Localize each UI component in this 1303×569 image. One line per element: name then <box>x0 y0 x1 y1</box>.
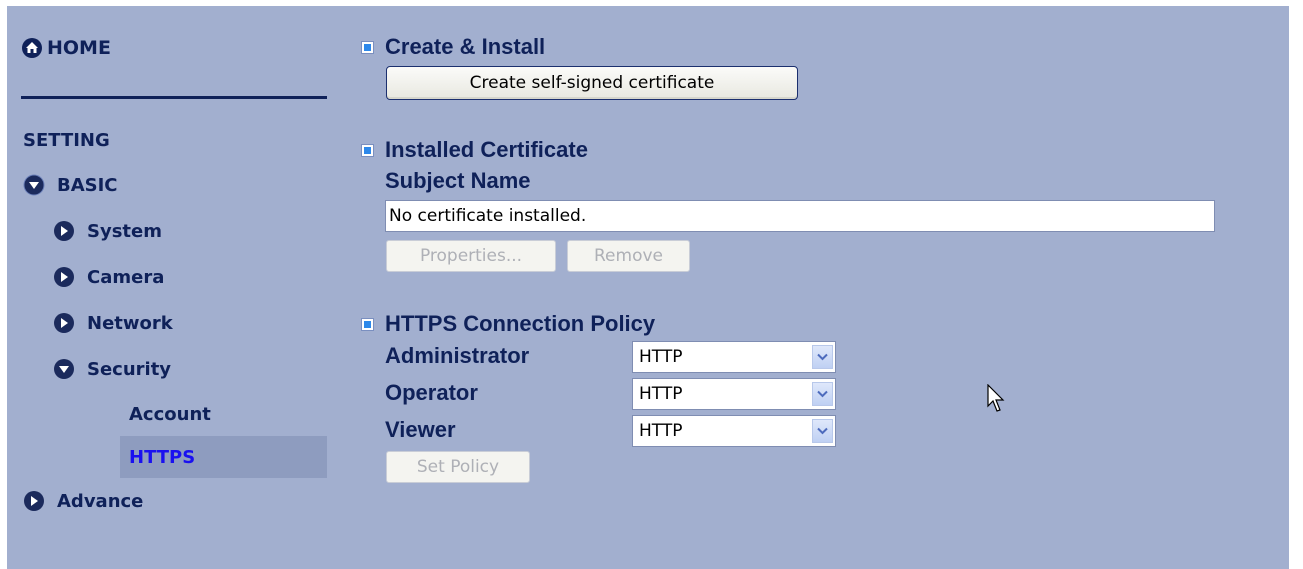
section-title: Create & Install <box>385 34 546 59</box>
arrow-down-circle-icon <box>54 359 74 379</box>
operator-label: Operator <box>385 380 478 405</box>
house-icon <box>22 38 42 58</box>
set-policy-button[interactable]: Set Policy <box>386 451 530 483</box>
arrow-right-circle-icon <box>54 313 74 333</box>
sidebar-item-system[interactable]: System <box>53 220 162 242</box>
sidebar-item-security[interactable]: Security <box>53 358 171 380</box>
square-bullet-icon <box>362 318 373 330</box>
chevron-down-icon[interactable] <box>812 345 833 369</box>
sidebar-item-label: Network <box>87 312 173 334</box>
square-bullet-icon <box>362 41 373 53</box>
sidebar-item-camera[interactable]: Camera <box>53 266 164 288</box>
subject-name-field: No certificate installed. <box>385 200 1215 232</box>
create-certificate-button[interactable]: Create self-signed certificate <box>386 66 798 100</box>
arrow-right-circle-icon <box>54 221 74 241</box>
arrow-right-circle-icon <box>24 491 44 511</box>
subject-name-label: Subject Name <box>385 168 531 193</box>
home-label: HOME <box>47 37 111 59</box>
select-value: HTTP <box>639 347 683 367</box>
sidebar-item-network[interactable]: Network <box>53 312 173 334</box>
sidebar: HOME SETTING BASIC System Camera Network… <box>7 6 327 569</box>
page-frame: HOME SETTING BASIC System Camera Network… <box>0 0 1303 569</box>
sidebar-item-basic[interactable]: BASIC <box>23 174 118 196</box>
sidebar-item-https[interactable]: HTTPS <box>129 447 195 468</box>
administrator-label: Administrator <box>385 343 530 368</box>
viewer-select[interactable]: HTTP <box>632 415 836 447</box>
sidebar-item-label: Camera <box>87 266 165 288</box>
chevron-down-icon[interactable] <box>812 419 833 443</box>
arrow-down-circle-icon <box>23 174 45 196</box>
chevron-down-icon[interactable] <box>812 382 833 406</box>
viewer-label: Viewer <box>385 417 456 442</box>
section-title: Installed Certificate <box>385 137 588 162</box>
installed-certificate-section: Installed Certificate <box>362 137 588 163</box>
arrow-right-circle-icon <box>54 267 74 287</box>
setting-heading: SETTING <box>23 130 110 151</box>
sidebar-item-label: System <box>87 220 162 242</box>
sidebar-item-label: Security <box>87 358 172 380</box>
operator-select[interactable]: HTTP <box>632 378 836 410</box>
remove-button[interactable]: Remove <box>567 240 690 272</box>
administrator-select[interactable]: HTTP <box>632 341 836 373</box>
mouse-pointer-icon <box>987 384 1005 412</box>
square-bullet-icon <box>362 144 373 156</box>
section-title: HTTPS Connection Policy <box>385 311 656 336</box>
sidebar-item-advance[interactable]: Advance <box>23 490 143 512</box>
select-value: HTTP <box>639 384 683 404</box>
select-value: HTTP <box>639 421 683 441</box>
sidebar-item-label: BASIC <box>57 174 118 196</box>
main-content: Create & Install Create self-signed cert… <box>327 6 1289 569</box>
home-link[interactable]: HOME <box>21 37 111 59</box>
sidebar-item-label: Advance <box>57 490 144 512</box>
divider <box>21 96 327 99</box>
https-policy-section: HTTPS Connection Policy <box>362 311 655 337</box>
properties-button[interactable]: Properties... <box>386 240 556 272</box>
sidebar-item-account[interactable]: Account <box>129 404 211 425</box>
create-install-section: Create & Install <box>362 34 545 60</box>
